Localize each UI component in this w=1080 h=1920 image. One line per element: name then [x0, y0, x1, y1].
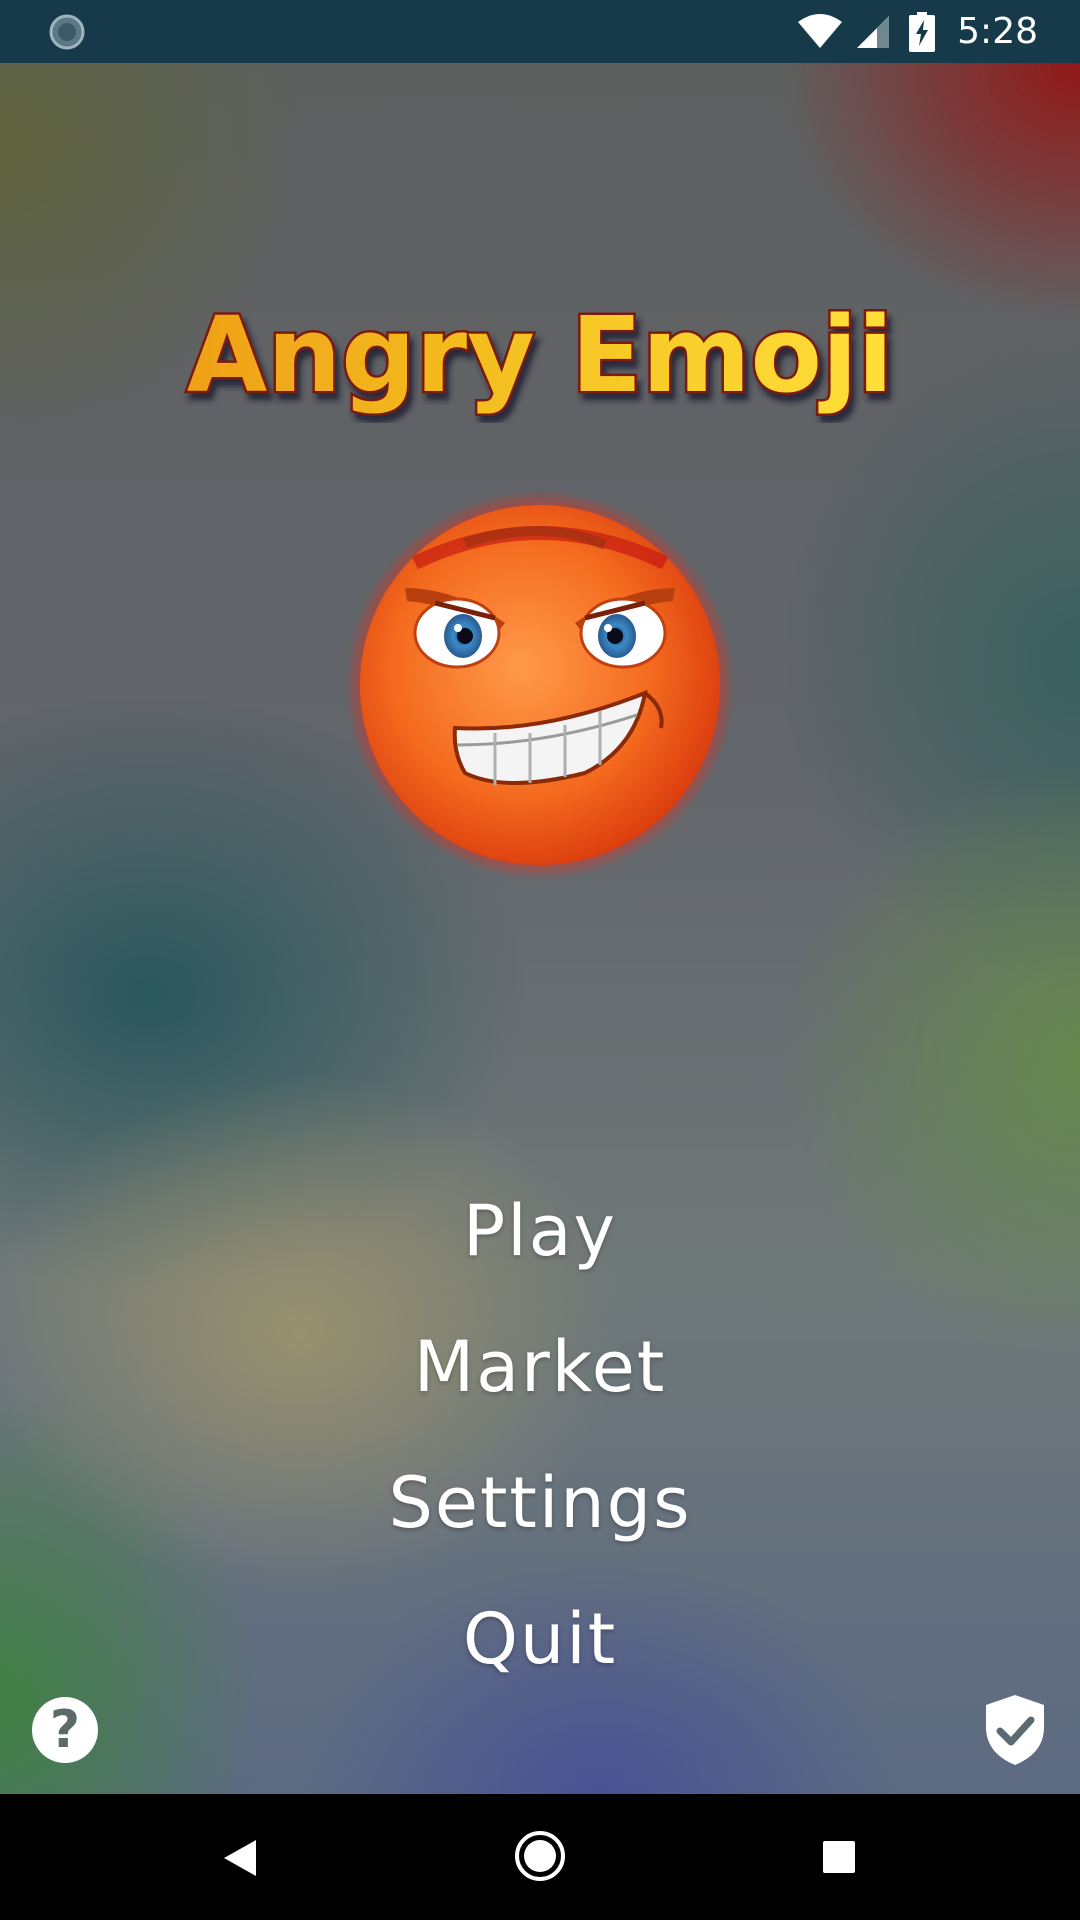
game-title-graphic: Angry Emoji [184, 292, 895, 419]
navigation-bar [0, 1794, 1080, 1920]
settings-button[interactable]: Settings [340, 1435, 740, 1571]
angry-face-icon [345, 490, 735, 880]
privacy-button[interactable] [984, 1693, 1046, 1767]
status-bar: 5:28 [0, 0, 1080, 63]
cell-signal-icon [857, 15, 890, 48]
battery-charging-icon [909, 11, 936, 52]
game-title-logo: Angry Emoji [0, 273, 1080, 423]
market-button[interactable]: Market [340, 1299, 740, 1435]
recent-apps-square-icon[interactable] [822, 1840, 856, 1874]
loading-spinner-icon [49, 14, 85, 50]
home-circle-icon[interactable] [514, 1830, 566, 1882]
back-triangle-icon[interactable] [222, 1838, 258, 1878]
game-title: Angry Emoji [187, 294, 893, 416]
quit-button[interactable]: Quit [340, 1571, 740, 1707]
main-menu: Play Market Settings Quit [0, 1163, 1080, 1707]
wifi-icon [798, 13, 843, 48]
status-time: 5:28 [957, 11, 1038, 52]
status-indicators: 5:28 [797, 0, 1080, 63]
angry-emoji-character [345, 483, 735, 888]
play-button[interactable]: Play [340, 1163, 740, 1299]
shield-check-icon [986, 1695, 1044, 1765]
game-background: Angry Emoji Play Market Settings Quit ? [0, 63, 1080, 1794]
question-mark-icon: ? [49, 1700, 81, 1760]
help-button[interactable]: ? [32, 1697, 98, 1763]
screen: 5:28 Angry Emoji Play Market Settings Qu… [0, 0, 1080, 1920]
